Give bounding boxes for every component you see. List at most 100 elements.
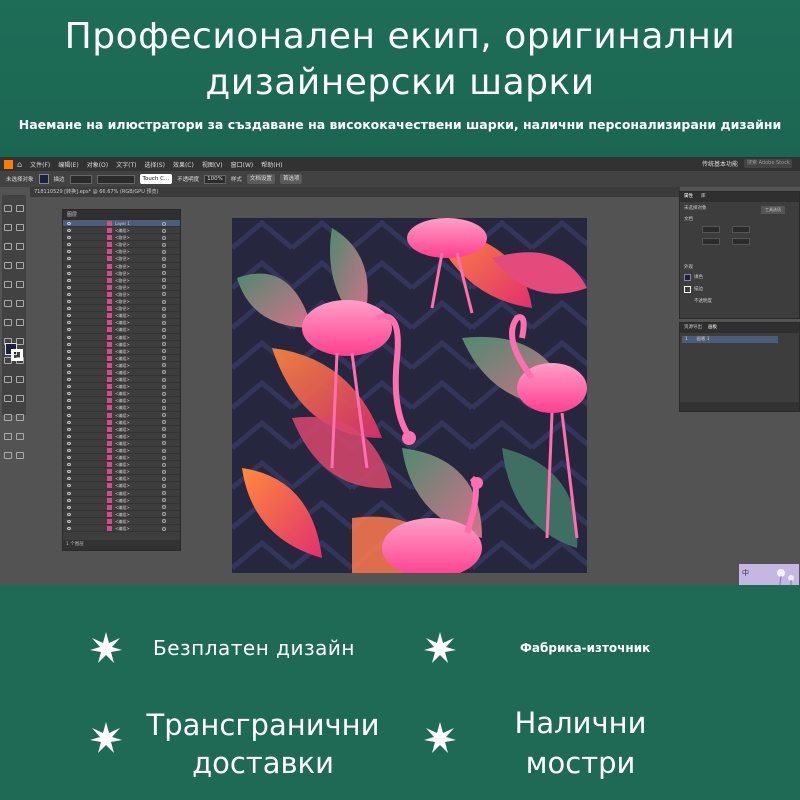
- target-circle-icon[interactable]: [162, 327, 166, 332]
- menu-item-type[interactable]: 文字(T): [116, 160, 136, 169]
- sublayer-row[interactable]: <编组>: [63, 397, 180, 405]
- target-circle-icon[interactable]: [162, 363, 166, 368]
- magic-wand-tool-icon[interactable]: [4, 224, 12, 231]
- hand-tool-icon[interactable]: [4, 452, 12, 459]
- visibility-eye-icon[interactable]: [67, 470, 71, 474]
- sublayer-row[interactable]: <路径>: [63, 248, 180, 256]
- direct-selection-tool-icon[interactable]: [16, 205, 24, 212]
- tab-libraries[interactable]: 库: [701, 192, 706, 202]
- target-circle-icon[interactable]: [162, 242, 166, 247]
- selection-tool-icon[interactable]: [4, 205, 12, 212]
- artboard-canvas[interactable]: [232, 218, 587, 573]
- sublayer-row[interactable]: <路径>: [63, 284, 180, 291]
- eraser-tool-icon[interactable]: [16, 300, 24, 307]
- sublayer-row[interactable]: <编组>: [63, 419, 180, 426]
- variable-width-field[interactable]: [96, 174, 135, 184]
- sublayer-row[interactable]: <路径>: [63, 277, 180, 284]
- paintbrush-tool-icon[interactable]: [16, 281, 24, 288]
- curvature-tool-icon[interactable]: [16, 243, 24, 250]
- preferences-button[interactable]: 首选项: [279, 174, 303, 184]
- menu-item-edit[interactable]: 编辑(E): [58, 160, 78, 169]
- target-circle-icon[interactable]: [162, 349, 166, 354]
- target-circle-icon[interactable]: [162, 519, 166, 524]
- home-icon[interactable]: ⌂: [17, 160, 22, 169]
- sublayer-row[interactable]: <路径>: [63, 298, 180, 306]
- sublayer-row[interactable]: <编组>: [63, 312, 180, 320]
- document-setup-button[interactable]: 文档设置: [246, 174, 275, 184]
- target-circle-icon[interactable]: [162, 320, 166, 325]
- sublayer-row[interactable]: <路径>: [63, 234, 180, 242]
- sublayer-row[interactable]: <编组>: [63, 482, 180, 490]
- target-circle-icon[interactable]: [162, 476, 166, 481]
- document-tab[interactable]: 718110529 [转换].eps* @ 66.67% (RGB/GPU 预览…: [30, 187, 680, 197]
- visibility-eye-icon[interactable]: [67, 335, 71, 339]
- visibility-eye-icon[interactable]: [67, 441, 71, 445]
- visibility-eye-icon[interactable]: [67, 399, 71, 403]
- target-circle-icon[interactable]: [162, 271, 166, 276]
- sublayer-row[interactable]: <编组>: [63, 433, 180, 440]
- sublayer-row[interactable]: <编组>: [63, 348, 180, 355]
- y-field[interactable]: [732, 226, 750, 233]
- sublayer-row[interactable]: <编组>: [63, 475, 180, 483]
- target-circle-icon[interactable]: [162, 391, 166, 396]
- sublayer-row[interactable]: <编组>: [63, 440, 180, 447]
- eyedropper-tool-icon[interactable]: [4, 395, 12, 402]
- visibility-eye-icon[interactable]: [67, 222, 71, 225]
- slice-tool-icon[interactable]: [16, 433, 24, 440]
- layer-row[interactable]: Layer 1: [63, 220, 180, 228]
- visibility-eye-icon[interactable]: [67, 285, 71, 289]
- target-circle-icon[interactable]: [162, 299, 166, 304]
- pencil-tool-icon[interactable]: [4, 300, 12, 307]
- sublayer-row[interactable]: <编组>: [63, 376, 180, 384]
- target-circle-icon[interactable]: [162, 228, 166, 233]
- sublayer-row[interactable]: <编组>: [63, 447, 180, 455]
- target-circle-icon[interactable]: [162, 370, 166, 375]
- rotate-tool-icon[interactable]: [4, 319, 12, 326]
- visibility-eye-icon[interactable]: [67, 456, 71, 460]
- target-circle-icon[interactable]: [162, 491, 166, 496]
- x-field[interactable]: [702, 226, 720, 233]
- sublayer-row[interactable]: <编组>: [63, 511, 180, 518]
- visibility-eye-icon[interactable]: [67, 463, 71, 467]
- appearance-fill-swatch[interactable]: [684, 274, 691, 281]
- blend-tool-icon[interactable]: [16, 395, 24, 402]
- visibility-eye-icon[interactable]: [67, 370, 71, 374]
- target-circle-icon[interactable]: [162, 526, 166, 531]
- target-circle-icon[interactable]: [162, 469, 166, 474]
- target-circle-icon[interactable]: [162, 420, 166, 425]
- target-circle-icon[interactable]: [162, 249, 166, 254]
- menu-item-view[interactable]: 视图(V): [202, 160, 223, 169]
- line-tool-icon[interactable]: [16, 262, 24, 269]
- target-circle-icon[interactable]: [162, 505, 166, 510]
- visibility-eye-icon[interactable]: [67, 243, 71, 247]
- visibility-eye-icon[interactable]: [67, 477, 71, 481]
- type-tool-icon[interactable]: [4, 262, 12, 269]
- visibility-eye-icon[interactable]: [67, 307, 71, 311]
- tab-artboards[interactable]: 画板: [708, 323, 717, 333]
- target-circle-icon[interactable]: [162, 278, 166, 283]
- sublayer-row[interactable]: <编组>: [63, 490, 180, 497]
- target-circle-icon[interactable]: [162, 292, 166, 297]
- lasso-tool-icon[interactable]: [16, 224, 24, 231]
- tab-properties[interactable]: 属性: [684, 192, 693, 202]
- menu-item-help[interactable]: 帮助(H): [261, 160, 282, 169]
- visibility-eye-icon[interactable]: [67, 420, 71, 424]
- visibility-eye-icon[interactable]: [67, 519, 71, 523]
- artboard-tool-icon[interactable]: [4, 433, 12, 440]
- menu-item-effect[interactable]: 效果(C): [173, 160, 194, 169]
- sublayer-row[interactable]: <编组>: [63, 497, 180, 504]
- visibility-eye-icon[interactable]: [67, 278, 71, 282]
- visibility-eye-icon[interactable]: [67, 378, 71, 382]
- mesh-tool-icon[interactable]: [4, 376, 12, 383]
- sublayer-row[interactable]: <编组>: [63, 454, 180, 462]
- visibility-eye-icon[interactable]: [67, 406, 71, 410]
- target-circle-icon[interactable]: [162, 413, 166, 418]
- menu-item-window[interactable]: 窗口(W): [231, 160, 254, 169]
- target-circle-icon[interactable]: [162, 405, 166, 410]
- visibility-eye-icon[interactable]: [67, 449, 71, 452]
- sublayer-row[interactable]: <编组>: [63, 525, 180, 533]
- artboard-list-item[interactable]: 1 画板 1: [682, 336, 778, 343]
- visibility-eye-icon[interactable]: [67, 527, 71, 531]
- visibility-eye-icon[interactable]: [67, 427, 71, 431]
- sublayer-row[interactable]: <编组>: [63, 227, 180, 235]
